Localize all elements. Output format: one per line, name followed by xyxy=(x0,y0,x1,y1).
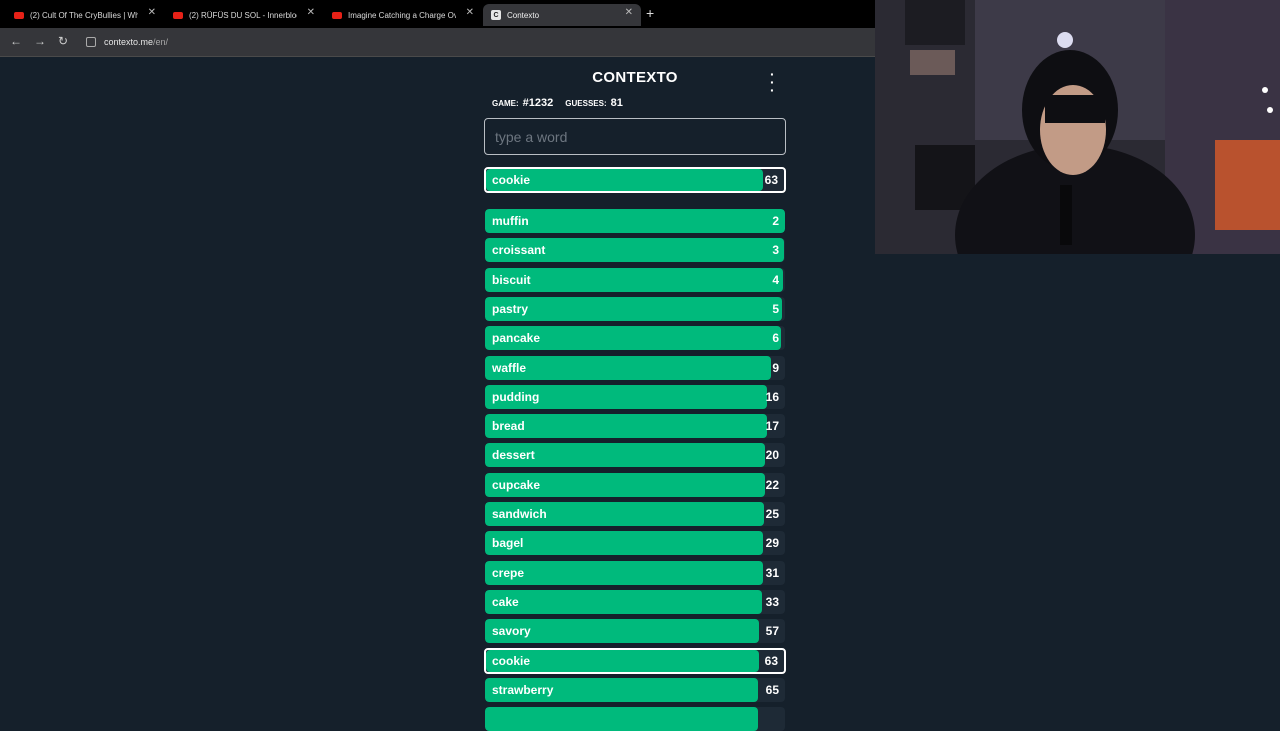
guess-row: cookie 63 xyxy=(484,648,786,674)
browser-tab-bar: (2) Cult Of The CryBullies | Why ✕ (2) R… xyxy=(0,0,875,28)
guess-word: croissant xyxy=(492,243,546,257)
guess-row: cake 33 xyxy=(485,590,785,614)
guess-row: biscuit 4 xyxy=(485,268,785,292)
close-icon[interactable]: ✕ xyxy=(307,7,315,18)
contexto-icon: C xyxy=(491,10,501,20)
forward-arrow-icon[interactable]: → xyxy=(34,34,46,48)
guess-distance: 5 xyxy=(772,302,779,316)
page-title: CONTEXTO xyxy=(592,69,678,86)
guess-word: muffin xyxy=(492,214,529,228)
site-info-icon[interactable] xyxy=(86,37,96,47)
guess-bar xyxy=(485,707,758,731)
guess-distance: 25 xyxy=(765,507,779,521)
guess-distance: 31 xyxy=(765,566,779,580)
close-icon[interactable]: ✕ xyxy=(466,7,474,18)
word-input[interactable] xyxy=(484,118,786,155)
url-domain: contexto.me xyxy=(104,37,154,47)
close-icon[interactable]: ✕ xyxy=(148,7,156,18)
guess-distance: 6 xyxy=(772,331,779,345)
guess-word: pancake xyxy=(492,331,541,345)
guesses-label: GUESSES: xyxy=(565,99,607,108)
browser-tab-contexto[interactable]: C Contexto ✕ xyxy=(483,4,641,26)
guess-row: savory 57 xyxy=(485,619,785,643)
reload-icon[interactable]: ↻ xyxy=(58,34,68,48)
last-guess-word: cookie xyxy=(492,173,531,187)
game-info: GAME: #1232 GUESSES: 81 xyxy=(492,97,623,109)
guess-distance: 63 xyxy=(764,654,778,668)
guess-bar xyxy=(485,209,785,233)
browser-tab-1[interactable]: (2) Cult Of The CryBullies | Why ✕ xyxy=(6,4,164,26)
browser-tab-3[interactable]: Imagine Catching a Charge Ove ✕ xyxy=(324,4,482,26)
youtube-icon xyxy=(173,11,183,19)
guess-distance: 3 xyxy=(772,243,779,257)
guess-bar xyxy=(485,590,762,614)
tab-label: (2) RÜFÜS DU SOL - Innerbloom xyxy=(189,10,297,20)
guess-word: biscuit xyxy=(492,273,531,287)
last-guess-row: cookie 63 xyxy=(484,167,786,193)
guess-row: cupcake 22 xyxy=(485,473,785,497)
game-label: GAME: xyxy=(492,99,519,108)
guess-row: crepe 31 xyxy=(485,561,785,585)
guess-row: bread 17 xyxy=(485,414,785,438)
guess-word: dessert xyxy=(492,448,535,462)
guess-bar xyxy=(485,414,767,438)
guess-distance: 4 xyxy=(772,273,779,287)
guess-distance: 29 xyxy=(765,536,779,550)
guess-bar xyxy=(485,297,782,321)
tab-label: (2) Cult Of The CryBullies | Why xyxy=(30,10,138,20)
guess-word: cookie xyxy=(492,654,531,668)
guess-word: strawberry xyxy=(492,683,554,697)
guess-word: crepe xyxy=(492,566,525,580)
browser-tab-2[interactable]: (2) RÜFÜS DU SOL - Innerbloom ✕ xyxy=(165,4,323,26)
close-icon[interactable]: ✕ xyxy=(625,7,633,18)
guess-word: waffle xyxy=(492,361,527,375)
guess-row: dessert 20 xyxy=(485,443,785,467)
guess-word: savory xyxy=(492,624,531,638)
guess-row: croissant 3 xyxy=(485,238,785,262)
guess-bar xyxy=(485,356,771,380)
tab-label: Imagine Catching a Charge Ove xyxy=(348,10,456,20)
guesses-count: 81 xyxy=(610,97,623,109)
guess-distance: 9 xyxy=(772,361,779,375)
more-menu-icon[interactable]: · · · xyxy=(770,67,775,97)
url-path: /en/ xyxy=(153,37,169,47)
browser-toolbar: ← → ↻ contexto.me /en/ xyxy=(0,28,875,57)
youtube-icon xyxy=(14,11,24,19)
guess-row: strawberry 65 xyxy=(485,678,785,702)
guess-word: cupcake xyxy=(492,478,541,492)
guess-row: pastry 5 xyxy=(485,297,785,321)
guess-distance: 33 xyxy=(765,595,779,609)
guess-distance: 65 xyxy=(765,683,779,697)
guess-distance: 16 xyxy=(765,390,779,404)
guess-row xyxy=(485,707,785,731)
youtube-icon xyxy=(332,11,342,19)
last-guess-distance: 63 xyxy=(764,173,778,187)
guess-distance: 22 xyxy=(765,478,779,492)
guess-bar xyxy=(485,561,763,585)
guess-row: waffle 9 xyxy=(485,356,785,380)
guess-row: pancake 6 xyxy=(485,326,785,350)
guess-word: bread xyxy=(492,419,525,433)
guess-distance: 2 xyxy=(772,214,779,228)
guess-word: bagel xyxy=(492,536,524,550)
guess-distance: 17 xyxy=(765,419,779,433)
game-number: #1232 xyxy=(522,97,554,109)
address-bar[interactable]: contexto.me /en/ xyxy=(86,32,866,52)
back-arrow-icon[interactable]: ← xyxy=(10,34,22,48)
new-tab-icon[interactable]: + xyxy=(646,5,654,21)
guess-word: pastry xyxy=(492,302,529,316)
guess-row: pudding 16 xyxy=(485,385,785,409)
tab-label: Contexto xyxy=(507,10,540,20)
guess-row: bagel 29 xyxy=(485,531,785,555)
guess-row: muffin 2 xyxy=(485,209,785,233)
webcam-overlay xyxy=(875,0,1280,254)
guess-word: sandwich xyxy=(492,507,547,521)
guess-word: cake xyxy=(492,595,519,609)
guess-word: pudding xyxy=(492,390,540,404)
guess-bar xyxy=(485,531,763,555)
guess-row: sandwich 25 xyxy=(485,502,785,526)
guess-distance: 20 xyxy=(765,448,779,462)
webcam-image xyxy=(875,0,1280,254)
guess-distance: 57 xyxy=(765,624,779,638)
